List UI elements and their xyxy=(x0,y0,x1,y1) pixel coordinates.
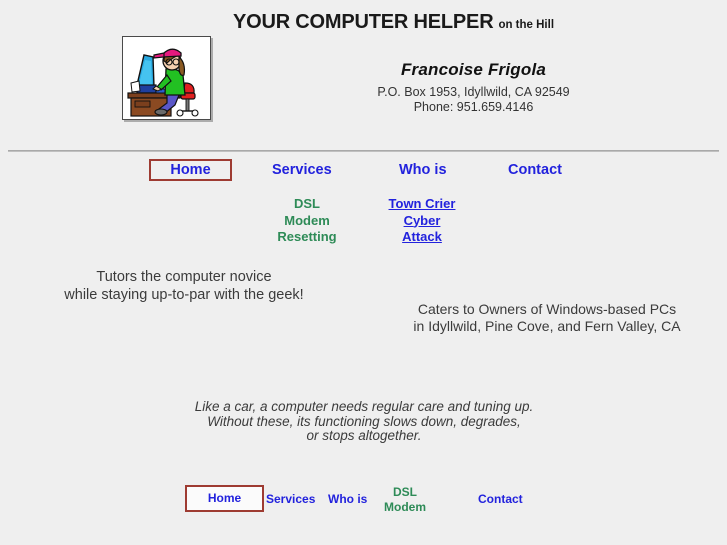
footer-home-label[interactable]: Home xyxy=(187,487,262,510)
woman-at-computer-desk-icon xyxy=(123,37,210,119)
tutors-blurb: Tutors the computer novice while staying… xyxy=(44,268,324,304)
nav-item-services[interactable]: Services xyxy=(272,159,332,181)
tagline-blurb: Like a car, a computer needs regular car… xyxy=(134,399,594,444)
tagline-line-3: or stops altogether. xyxy=(306,428,422,443)
sub-links: DSL Modem Resetting Town Crier Cyber Att… xyxy=(0,196,727,250)
nav-item-contact[interactable]: Contact xyxy=(508,159,562,181)
logo-image xyxy=(122,36,211,120)
caters-line-1: Caters to Owners of Windows-based PCs xyxy=(417,301,677,317)
sublink-towncrier-line2: Cyber xyxy=(403,212,441,228)
tutors-line-1: Tutors the computer novice xyxy=(96,269,272,285)
footer-dsl-line1: DSL xyxy=(393,485,417,499)
contact-name: Francoise Frigola xyxy=(400,60,547,79)
tagline-line-2: Without these, its functioning slows dow… xyxy=(207,413,521,429)
footer-nav-item-who-is[interactable]: Who is xyxy=(328,492,367,506)
header-divider xyxy=(8,150,719,152)
footer-nav-item-contact[interactable]: Contact xyxy=(478,492,523,506)
nav-item-home[interactable]: Home xyxy=(149,159,232,181)
caters-line-2: in Idyllwild, Pine Cove, and Fern Valley… xyxy=(413,318,681,334)
tagline-line-1: Like a car, a computer needs regular car… xyxy=(194,399,534,414)
page-header: YOUR COMPUTER HELPER on the Hill Francoi… xyxy=(0,0,727,140)
page-title: YOUR COMPUTER HELPER on the Hill xyxy=(0,11,727,34)
site-title-main: YOUR COMPUTER HELPER xyxy=(232,11,494,33)
tutors-line-2: while staying up-to-par with the geek! xyxy=(64,287,304,303)
footer-nav-item-home[interactable]: Home xyxy=(185,485,264,512)
sublink-town-crier-cyber-attack[interactable]: Town Crier Cyber Attack xyxy=(372,196,472,246)
sublink-dsl-modem-resetting[interactable]: DSL Modem Resetting xyxy=(257,196,357,246)
sublink-dsl-line3: Resetting xyxy=(277,229,337,244)
contact-address: P.O. Box 1953, Idyllwild, CA 92549 xyxy=(377,85,570,99)
footer-navigation: Home Services Who is DSL Modem Contact xyxy=(0,483,727,515)
nav-home-label[interactable]: Home xyxy=(151,161,230,179)
contact-block: Francoise Frigola P.O. Box 1953, Idyllwi… xyxy=(220,60,727,114)
contact-phone: Phone: 951.659.4146 xyxy=(413,100,534,114)
footer-nav-item-dsl-modem[interactable]: DSL Modem xyxy=(375,485,435,515)
site-title-sub: on the Hill xyxy=(498,19,555,31)
footer-dsl-line2: Modem xyxy=(384,500,426,514)
footer-nav-item-services[interactable]: Services xyxy=(266,492,315,506)
sublink-dsl-line2: Modem xyxy=(284,212,330,228)
sublink-dsl-line1: DSL xyxy=(294,196,320,211)
sublink-towncrier-line1: Town Crier xyxy=(388,196,456,211)
sublink-towncrier-line3: Attack xyxy=(402,229,442,244)
caters-blurb: Caters to Owners of Windows-based PCs in… xyxy=(392,301,702,335)
nav-item-who-is[interactable]: Who is xyxy=(399,159,447,181)
main-navigation: Home Services Who is Contact xyxy=(0,159,727,183)
